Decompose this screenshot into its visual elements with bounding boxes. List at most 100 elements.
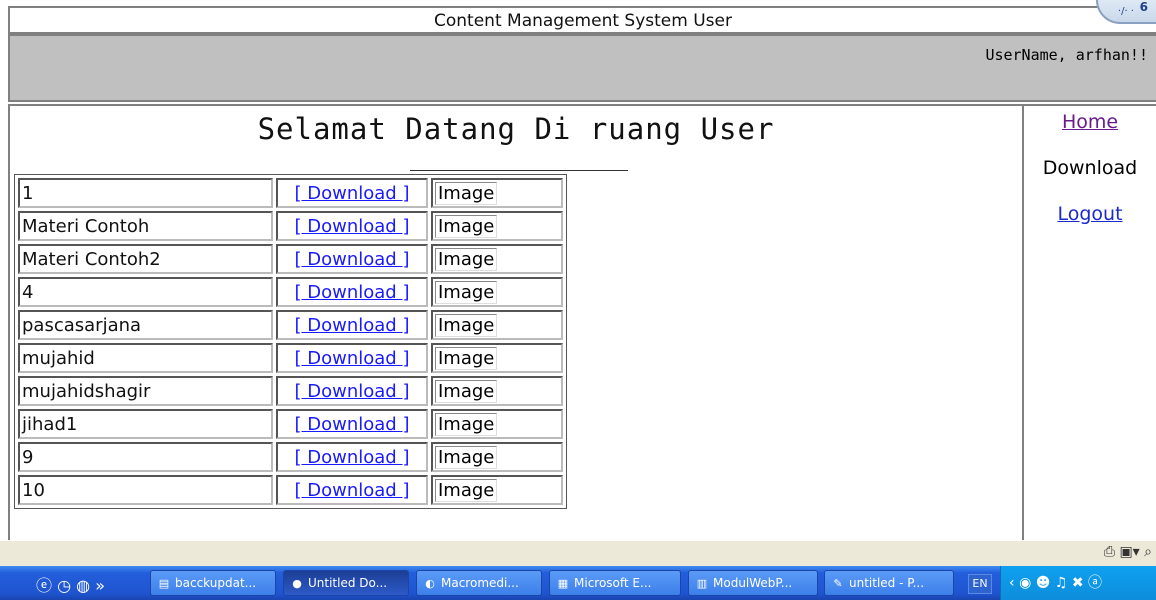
taskbar-button[interactable]: ● Untitled Do... — [283, 570, 409, 596]
language-indicator[interactable]: EN — [968, 574, 992, 594]
file-table: 1 [ Download ] Image Materi Contoh [ Downloa… — [14, 174, 567, 509]
broken-image-placeholder: Image — [435, 313, 498, 337]
status-icons: ⎙ ▣▾ ⌕ — [1104, 544, 1152, 560]
download-link[interactable]: [ Download ] — [295, 315, 410, 336]
download-link[interactable]: [ Download ] — [295, 282, 410, 303]
browser-status-bar: ⎙ ▣▾ ⌕ — [0, 540, 1156, 567]
image-cell: Image — [431, 475, 563, 505]
download-cell: [ Download ] — [276, 244, 428, 274]
download-link[interactable]: [ Download ] — [295, 249, 410, 270]
nav-home-item[interactable]: Home — [1024, 106, 1156, 152]
clock-app-icon[interactable]: ◷ — [57, 576, 71, 595]
taskbar-button-label: Macromedi... — [441, 576, 519, 590]
heading-divider — [410, 170, 628, 171]
content-frame: Selamat Datang Di ruang User 1 [ Download… — [8, 104, 1156, 540]
broken-image-placeholder: Image — [435, 247, 498, 271]
download-cell: [ Download ] — [276, 310, 428, 340]
tray-chevron-icon[interactable]: ‹ — [1009, 575, 1015, 591]
word-icon: ▥ — [696, 577, 708, 590]
excel-icon: ▦ — [557, 577, 569, 590]
clock-dots-icon: ·/· · — [1117, 6, 1134, 17]
image-cell: Image — [431, 409, 563, 439]
firefox-icon[interactable]: ◍ — [76, 576, 90, 595]
browser-page: Content Management System User ·/· · 6 U… — [0, 0, 1156, 540]
file-row: jihad1 [ Download ] Image — [18, 409, 563, 439]
file-title: 10 — [18, 475, 273, 505]
nav-home-link[interactable]: Home — [1062, 111, 1118, 133]
download-cell: [ Download ] — [276, 376, 428, 406]
taskbar-button[interactable]: ▥ ModulWebP... — [688, 570, 818, 596]
image-cell: Image — [431, 376, 563, 406]
file-title: jihad1 — [18, 409, 273, 439]
tray-sound-icon[interactable]: ♫ — [1055, 575, 1068, 591]
image-cell: Image — [431, 211, 563, 241]
file-row: 9 [ Download ] Image — [18, 442, 563, 472]
file-title: Materi Contoh2 — [18, 244, 273, 274]
file-title: mujahidshagir — [18, 376, 273, 406]
download-link[interactable]: [ Download ] — [295, 414, 410, 435]
broken-image-placeholder: Image — [435, 181, 498, 205]
broken-image-placeholder: Image — [435, 379, 498, 403]
nav-download-label: Download — [1042, 157, 1138, 179]
taskbar-button-label: untitled - P... — [849, 576, 925, 590]
taskbar-button[interactable]: ◐ Macromedi... — [416, 570, 542, 596]
image-cell: Image — [431, 244, 563, 274]
download-link[interactable]: [ Download ] — [295, 216, 410, 237]
broken-image-placeholder: Image — [435, 214, 498, 238]
user-bar: UserName, arfhan!! — [8, 34, 1156, 102]
status-print-icon[interactable]: ⎙ — [1104, 544, 1115, 560]
file-row: mujahid [ Download ] Image — [18, 343, 563, 373]
tray-security-icon[interactable]: ✖ — [1072, 575, 1084, 591]
image-cell: Image — [431, 343, 563, 373]
download-cell: [ Download ] — [276, 409, 428, 439]
download-link[interactable]: [ Download ] — [295, 348, 410, 369]
taskbar-button[interactable]: ▦ Microsoft E... — [549, 570, 681, 596]
download-link[interactable]: [ Download ] — [295, 480, 410, 501]
download-cell: [ Download ] — [276, 211, 428, 241]
file-title: 9 — [18, 442, 273, 472]
folder-icon: ▤ — [158, 577, 170, 590]
ie-icon[interactable]: ⓔ — [36, 576, 52, 595]
tray-network-icon[interactable]: ◉ — [1019, 575, 1031, 591]
site-title: Content Management System User — [434, 11, 732, 31]
taskbar-button-label: Microsoft E... — [574, 576, 652, 590]
download-link[interactable]: [ Download ] — [295, 381, 410, 402]
quick-launch: ⓔ ◷ ◍ » — [36, 572, 105, 596]
file-row: mujahidshagir [ Download ] Image — [18, 376, 563, 406]
tray-messenger-icon[interactable]: ☻ — [1036, 575, 1051, 591]
flash-icon: ● — [292, 577, 302, 590]
file-row: 4 [ Download ] Image — [18, 277, 563, 307]
system-tray: ‹ ◉ ☻ ♫ ✖ ⓐ — [1000, 566, 1156, 600]
taskbar-button[interactable]: ▤ bacckupdat... — [150, 570, 276, 596]
file-title: 1 — [18, 178, 273, 208]
file-row: pascasarjana [ Download ] Image — [18, 310, 563, 340]
dreamweaver-icon: ◐ — [425, 577, 435, 590]
file-row: Materi Contoh [ Download ] Image — [18, 211, 563, 241]
side-nav: Home Download Logout — [1024, 106, 1156, 244]
nav-logout-link[interactable]: Logout — [1057, 203, 1122, 225]
download-cell: [ Download ] — [276, 277, 428, 307]
nav-logout-item[interactable]: Logout — [1024, 198, 1156, 244]
broken-image-placeholder: Image — [435, 478, 498, 502]
download-cell: [ Download ] — [276, 178, 428, 208]
file-row: 1 [ Download ] Image — [18, 178, 563, 208]
status-search-icon[interactable]: ⌕ — [1144, 544, 1152, 560]
clock-number: 6 — [1139, 0, 1148, 14]
download-link[interactable]: [ Download ] — [295, 183, 410, 204]
tray-app-icon[interactable]: ⓐ — [1088, 575, 1102, 591]
download-cell: [ Download ] — [276, 442, 428, 472]
status-camera-icon[interactable]: ▣▾ — [1119, 544, 1139, 560]
download-link[interactable]: [ Download ] — [295, 447, 410, 468]
site-title-bar: Content Management System User — [8, 6, 1156, 34]
file-title: pascasarjana — [18, 310, 273, 340]
image-cell: Image — [431, 310, 563, 340]
broken-image-placeholder: Image — [435, 280, 498, 304]
more-chevron-icon[interactable]: » — [95, 576, 105, 595]
image-cell: Image — [431, 277, 563, 307]
file-title: Materi Contoh — [18, 211, 273, 241]
taskbar-button-label: bacckupdat... — [175, 576, 257, 590]
broken-image-placeholder: Image — [435, 445, 498, 469]
main-area: Selamat Datang Di ruang User 1 [ Download… — [10, 106, 1024, 540]
taskbar-button[interactable]: ✎ untitled - P... — [824, 570, 954, 596]
file-row: Materi Contoh2 [ Download ] Image — [18, 244, 563, 274]
